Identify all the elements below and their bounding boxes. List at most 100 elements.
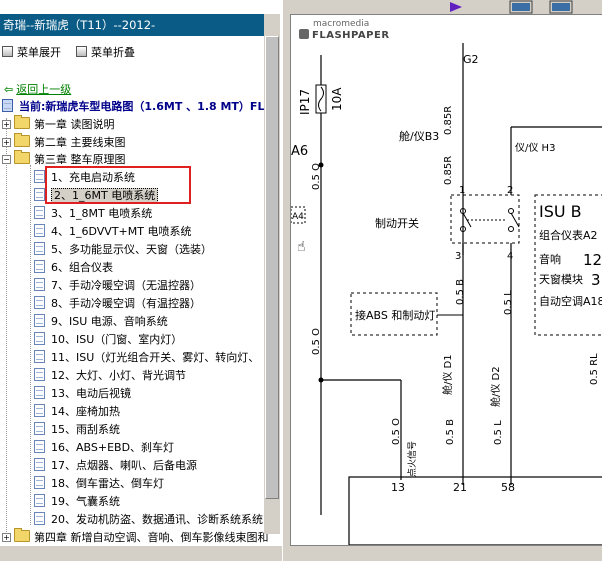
tree-item-13[interactable]: 13、电动后视镜 [34, 386, 131, 402]
brake-switch-box [450, 194, 520, 244]
menu-collapse-label: 菜单折叠 [91, 46, 135, 59]
collapse-icon [76, 46, 87, 57]
document-icon [34, 458, 45, 471]
label-fuse-10a: 10A [330, 87, 344, 111]
back-arrow-icon: ⇦ [4, 83, 14, 96]
document-icon [34, 296, 45, 309]
tree-chapter-label: 第一章 读图说明 [34, 118, 115, 131]
tree-chapter-1[interactable]: + 第一章 读图说明 [2, 115, 115, 133]
expand-icon [2, 46, 13, 57]
label-g2: G2 [463, 53, 479, 66]
label-cluster: 组合仪表A2 [539, 228, 598, 242]
label-d2: 舱/仪 D2 [489, 366, 502, 407]
folder-icon [14, 115, 30, 129]
tree-item-11[interactable]: 11、ISU（灯光组合开关、雾灯、转向灯、 [34, 350, 259, 366]
tree-item-label: 6、组合仪表 [51, 261, 113, 274]
document-icon [34, 368, 45, 381]
label-audio: 音响 [539, 252, 561, 266]
menu-expand-label: 菜单展开 [17, 46, 61, 59]
label-d1: 舱/仪 D1 [441, 354, 454, 395]
label-a4: A4 [292, 212, 304, 222]
label-pin-1: 1 [459, 185, 465, 196]
tree-item-15[interactable]: 15、雨刮系统 [34, 422, 120, 438]
document-icon [34, 170, 45, 183]
hand-cursor-icon: ☝ [297, 239, 306, 255]
document-icon [34, 350, 45, 363]
tree-item-label: 19、气囊系统 [51, 495, 120, 508]
horizontal-scrollbar[interactable] [0, 546, 282, 561]
document-icon [34, 206, 45, 219]
label-wire-05b: 0.5 B [455, 279, 466, 305]
label-auto-ac: 自动空调A18 [539, 294, 602, 308]
label-wire-05rl: 0.5 RL [589, 353, 600, 385]
document-icon [34, 476, 45, 489]
tree-item-label: 14、座椅加热 [51, 405, 120, 418]
document-icon [34, 440, 45, 453]
tree-item-18[interactable]: 18、倒车雷达、倒车灯 [34, 476, 164, 492]
page-icon [512, 3, 530, 11]
collapse-minus-icon[interactable]: − [2, 155, 11, 164]
document-icon [34, 494, 45, 507]
viewer-status-bar [290, 546, 602, 561]
tree-item-12[interactable]: 12、大灯、小灯、背光调节 [34, 368, 186, 384]
tree-item-label: 18、倒车雷达、倒车灯 [51, 477, 164, 490]
play-icon[interactable] [450, 2, 462, 12]
tree-item-label: 11、ISU（灯光组合开关、雾灯、转向灯、 [51, 351, 260, 364]
tree-chapter-label: 第二章 主要线束图 [34, 136, 126, 149]
tree-item-6[interactable]: 6、组合仪表 [34, 260, 113, 276]
tree-item-label: 10、ISU（门窗、室内灯） [51, 333, 183, 346]
tree-chapter-2[interactable]: + 第二章 主要线束图 [2, 133, 126, 151]
back-link-label: 返回上一级 [16, 83, 72, 96]
navigation-panel: 奇瑞--新瑞虎（T11）--2012- 菜单展开 菜单折叠 ⇦ 返回上一级 当前:… [0, 0, 283, 561]
label-sunroof-val: 3 [591, 271, 601, 289]
expand-plus-icon[interactable]: + [2, 138, 11, 147]
flashpaper-viewer: macromedia FLASHPAPER G2 0.85R 舱/仪B3 0.8… [290, 14, 602, 546]
tree-item-19[interactable]: 19、气囊系统 [34, 494, 120, 510]
tree-item-label: 8、手动冷暖空调（有温控器） [51, 297, 201, 310]
menu-collapse-button[interactable]: 菜单折叠 [76, 44, 135, 60]
document-icon [34, 242, 45, 255]
vertical-scrollbar[interactable] [264, 14, 280, 534]
label-pin-21: 21 [453, 481, 467, 494]
tree-item-8[interactable]: 8、手动冷暖空调（有温控器） [34, 296, 201, 312]
tree-item-label: 4、1_6DVVT+MT 电喷系统 [51, 225, 192, 238]
tree-item-14[interactable]: 14、座椅加热 [34, 404, 120, 420]
label-fuse-ip17: IP17 [298, 89, 312, 115]
document-icon [34, 224, 45, 237]
tree-item-label: 7、手动冷暖空调（无温控器） [51, 279, 201, 292]
book-icon [2, 99, 13, 112]
wiring-schematic: G2 0.85R 舱/仪B3 0.85R IP17 10A A6 0.5 O A… [291, 43, 602, 545]
scrollbar-thumb[interactable] [265, 36, 279, 499]
tree-item-9[interactable]: 9、ISU 电源、音响系统 [34, 314, 168, 330]
expand-plus-icon[interactable]: + [2, 120, 11, 129]
tree-item-3[interactable]: 3、1_8MT 电喷系统 [34, 206, 152, 222]
red-annotation-box [45, 166, 191, 204]
label-wire-05b-low: 0.5 B [445, 419, 456, 445]
tree-item-label: 16、ABS+EBD、刹车灯 [51, 441, 175, 454]
label-wire-085r-top: 0.85R [443, 106, 454, 135]
tree-item-4[interactable]: 4、1_6DVVT+MT 电喷系统 [34, 224, 191, 240]
tree-item-label: 9、ISU 电源、音响系统 [51, 315, 168, 328]
label-abs: 接ABS 和制动灯 [355, 309, 435, 322]
folder-icon [14, 133, 30, 147]
label-pin-3: 3 [455, 251, 461, 262]
folder-open-icon [14, 150, 30, 164]
tree-item-5[interactable]: 5、多功能显示仪、天窗（选装） [34, 242, 212, 258]
tree-item-label: 3、1_8MT 电喷系统 [51, 207, 153, 220]
document-icon [34, 332, 45, 345]
document-icon [34, 386, 45, 399]
tree-chapter-label: 第三章 整车原理图 [34, 153, 126, 166]
menu-expand-button[interactable]: 菜单展开 [2, 44, 61, 60]
tree-item-7[interactable]: 7、手动冷暖空调（无温控器） [34, 278, 201, 294]
tree-item-10[interactable]: 10、ISU（门窗、室内灯） [34, 332, 182, 348]
document-icon [34, 278, 45, 291]
tree-item-20[interactable]: 20、发动机防盗、数据通讯、诊断系统系统 [34, 512, 263, 528]
tree-item-16[interactable]: 16、ABS+EBD、刹车灯 [34, 440, 174, 456]
tree-chapter-4[interactable]: + 第四章 新增自动空调、音响、倒车影像线束图和 [2, 528, 269, 546]
tree-item-17[interactable]: 17、点烟器、喇叭、后备电源 [34, 458, 197, 474]
label-brake-switch: 制动开关 [375, 216, 419, 230]
back-link[interactable]: ⇦ 返回上一级 [4, 81, 71, 97]
expand-plus-icon[interactable]: + [2, 533, 11, 542]
label-audio-val: 12 [583, 251, 602, 269]
current-path-text: 当前:新瑞虎车型电路图（1.6MT 、1.8 MT）FL、 [19, 100, 276, 113]
